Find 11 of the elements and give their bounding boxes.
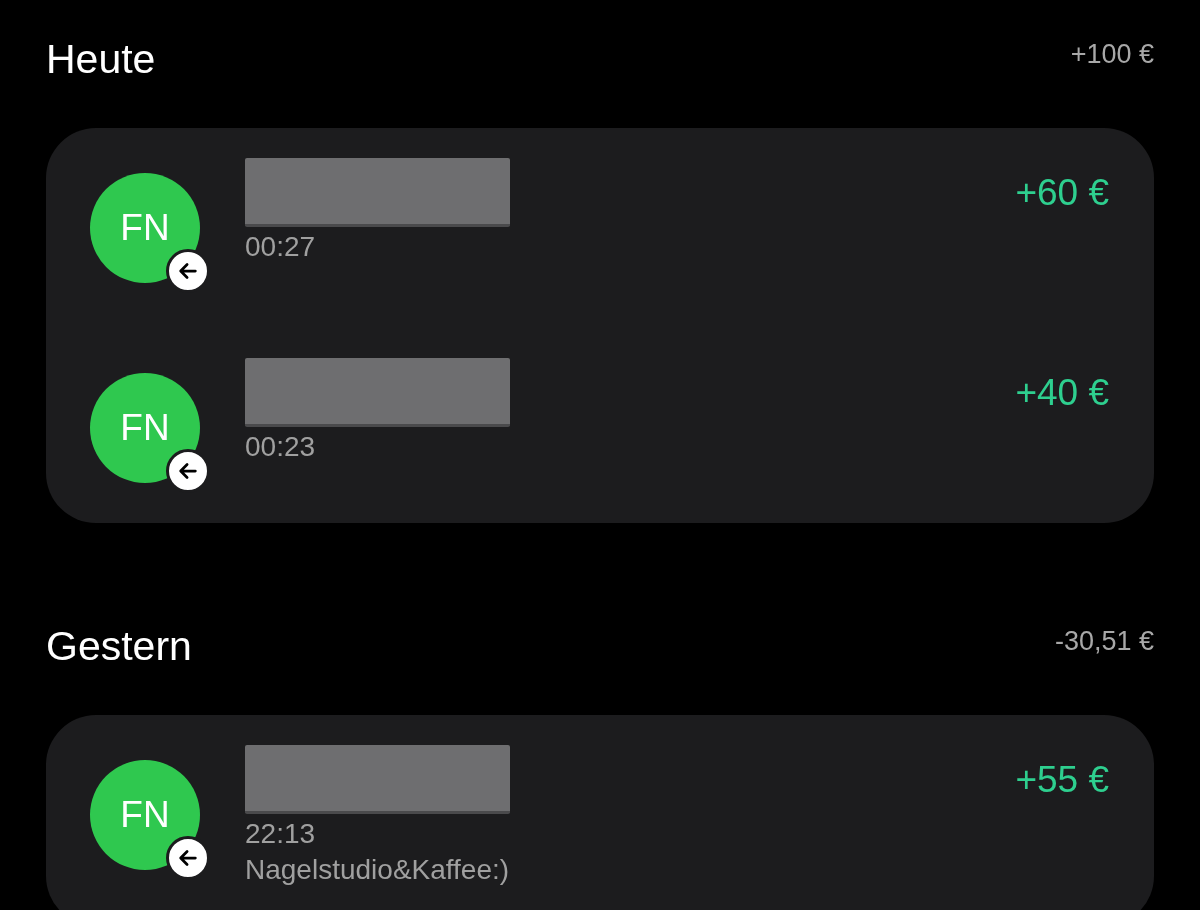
section-total: -30,51 € bbox=[1054, 626, 1154, 657]
transaction-amount: +60 € bbox=[1015, 172, 1109, 214]
transaction-amount: +55 € bbox=[1015, 759, 1109, 801]
transaction-time: 22:13 bbox=[245, 818, 317, 850]
transaction-time: 00:23 bbox=[245, 431, 317, 463]
section-title: Heute bbox=[46, 36, 156, 83]
transaction-amount: +40 € bbox=[1015, 372, 1109, 414]
section-total: +100 € bbox=[1070, 39, 1154, 70]
transaction-note: Nagelstudio&Kaffee:) bbox=[245, 854, 511, 886]
section-title: Gestern bbox=[46, 623, 192, 670]
transaction-time: 00:27 bbox=[245, 231, 317, 263]
